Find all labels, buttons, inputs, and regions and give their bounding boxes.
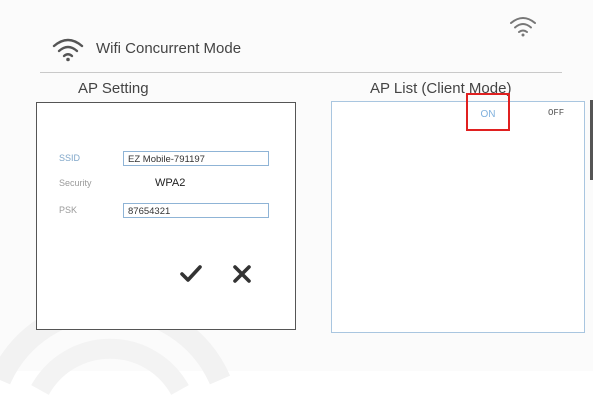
psk-field[interactable]: 87654321 [123, 203, 269, 218]
on-toggle-button[interactable]: ON [466, 93, 510, 131]
on-toggle-label: ON [480, 109, 496, 120]
security-value[interactable]: WPA2 [155, 177, 185, 189]
security-label: Security [59, 178, 92, 188]
close-icon[interactable] [231, 263, 253, 285]
psk-label: PSK [59, 205, 78, 215]
ap-list-panel[interactable] [331, 101, 585, 333]
ssid-field[interactable]: EZ Mobile-791197 [123, 151, 269, 166]
app-frame: Wifi Concurrent Mode AP Setting AP List … [0, 0, 593, 396]
checkmark-icon[interactable] [179, 263, 203, 285]
ap-setting-heading: AP Setting [78, 80, 149, 97]
wifi-status-icon[interactable] [509, 14, 537, 38]
wifi-icon [52, 38, 84, 62]
off-toggle-button[interactable]: OFF [548, 108, 564, 118]
header-divider [40, 72, 562, 73]
ap-setting-panel: SSID EZ Mobile-791197 Security WPA2 PSK … [36, 102, 296, 330]
ssid-label: SSID [59, 153, 81, 163]
page-title: Wifi Concurrent Mode [96, 40, 242, 57]
